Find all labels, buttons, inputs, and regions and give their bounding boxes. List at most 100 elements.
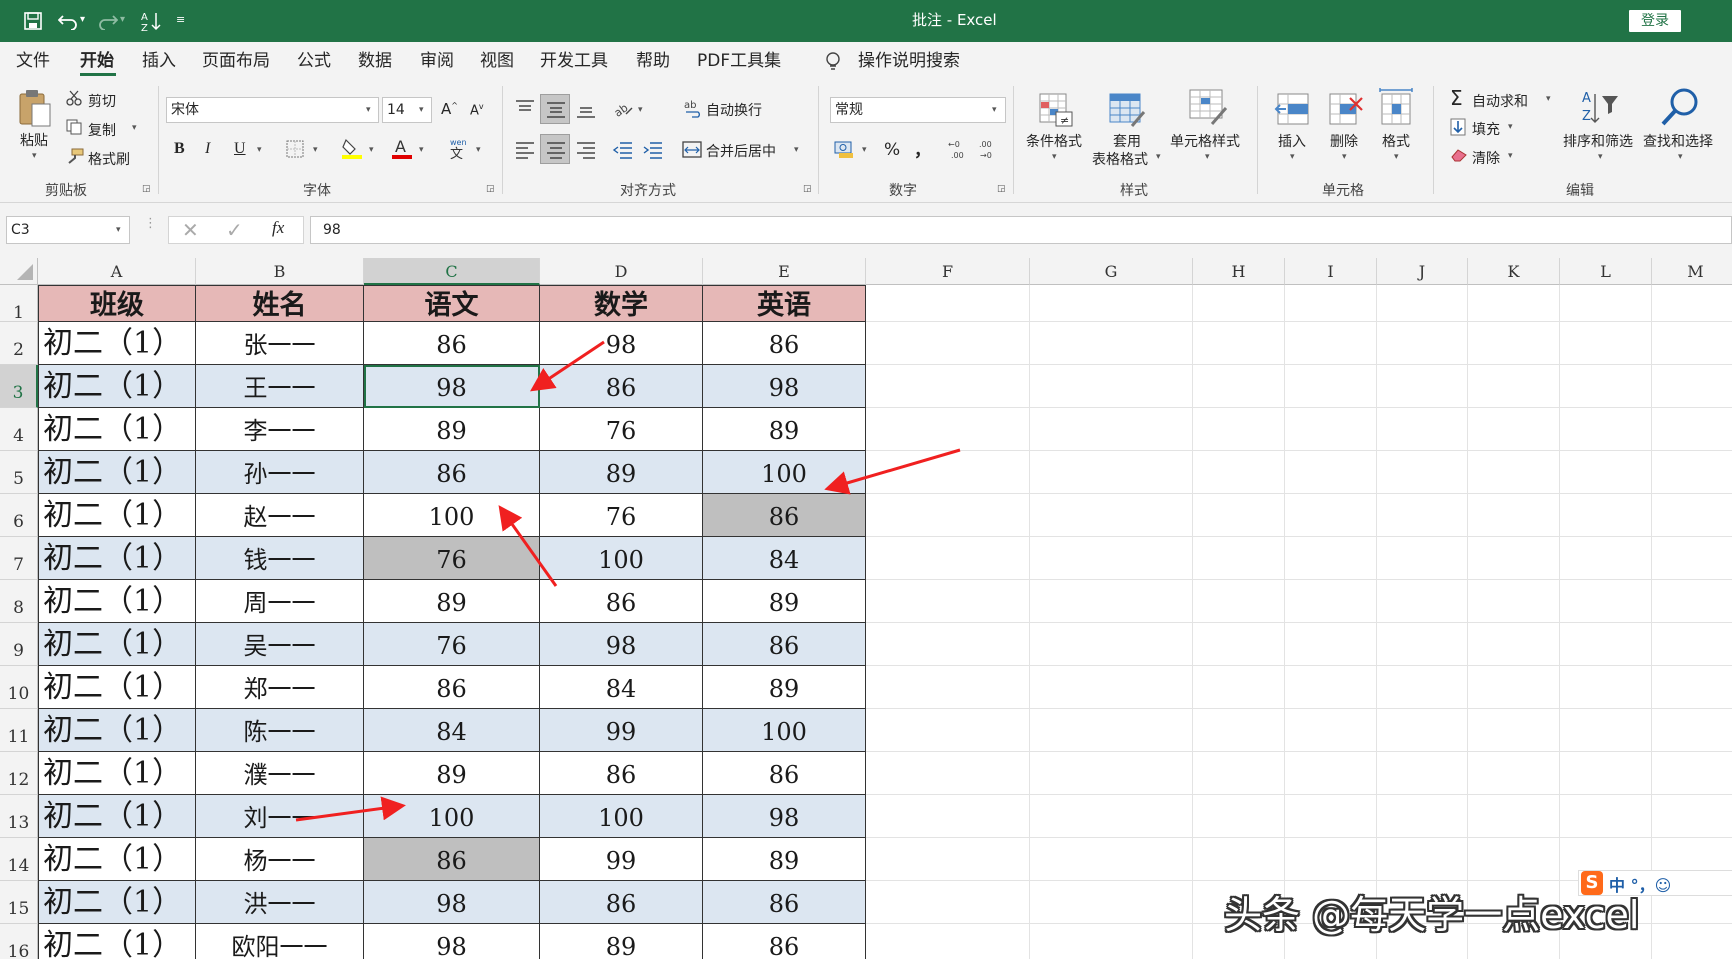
phonetic-dropdown-icon[interactable]: ▾	[476, 145, 481, 155]
table-cell[interactable]: 84	[540, 666, 703, 709]
table-cell[interactable]: 濮一一	[196, 752, 364, 795]
row-header-15[interactable]: 15	[0, 881, 38, 924]
align-left-icon[interactable]	[514, 139, 536, 161]
number-format-box[interactable]: 常规	[830, 97, 1006, 123]
menu-review[interactable]: 审阅	[420, 42, 454, 80]
paste-dropdown-icon[interactable]: ▾	[32, 151, 37, 161]
table-cell[interactable]: 刘一一	[196, 795, 364, 838]
conditional-dropdown-icon[interactable]: ▾	[1052, 152, 1057, 162]
sort-az-icon[interactable]: A Z	[140, 10, 162, 32]
column-header-d[interactable]: D	[540, 258, 703, 285]
table-cell[interactable]: 100	[540, 795, 703, 838]
font-size-dropdown-icon[interactable]: ▾	[419, 105, 424, 115]
formula-input[interactable]: 98	[310, 216, 1732, 244]
comma-style-icon[interactable]: ，	[914, 136, 931, 161]
table-cell[interactable]: 89	[703, 666, 866, 709]
menu-formulas[interactable]: 公式	[297, 42, 331, 80]
row-header-8[interactable]: 8	[0, 580, 38, 623]
increase-indent-icon[interactable]	[642, 139, 664, 161]
table-cell[interactable]: 86	[703, 322, 866, 365]
table-cell[interactable]: 陈一一	[196, 709, 364, 752]
table-cell[interactable]: 89	[703, 408, 866, 451]
merge-center-icon[interactable]	[682, 140, 702, 160]
row-header-6[interactable]: 6	[0, 494, 38, 537]
font-size-box[interactable]: 14	[382, 97, 432, 123]
table-cell[interactable]: 98	[540, 322, 703, 365]
table-cell[interactable]: 100	[703, 709, 866, 752]
row-header-9[interactable]: 9	[0, 623, 38, 666]
table-cell[interactable]: 吴一一	[196, 623, 364, 666]
table-cell[interactable]: 86	[540, 881, 703, 924]
format-painter-label[interactable]: 格式刷	[88, 149, 130, 169]
table-cell[interactable]: 86	[364, 322, 540, 365]
column-header-f[interactable]: F	[866, 258, 1030, 285]
accounting-dropdown-icon[interactable]: ▾	[862, 145, 867, 155]
underline-dropdown-icon[interactable]: ▾	[257, 145, 262, 155]
autosum-dropdown-icon[interactable]: ▾	[1546, 94, 1551, 104]
bottom-align-icon[interactable]	[575, 98, 597, 120]
font-launcher-icon[interactable]: ◲	[486, 184, 495, 194]
insert-cells-label[interactable]: 插入	[1278, 131, 1306, 151]
wrap-text-icon[interactable]: ab	[684, 98, 702, 118]
name-box-dropdown-icon[interactable]: ▾	[116, 225, 121, 235]
menu-view[interactable]: 视图	[480, 42, 514, 80]
save-icon[interactable]	[24, 12, 42, 30]
delete-cells-label[interactable]: 删除	[1330, 131, 1358, 151]
table-cell[interactable]: 98	[703, 795, 866, 838]
table-cell[interactable]: 赵一一	[196, 494, 364, 537]
table-cell[interactable]: 76	[364, 623, 540, 666]
table-cell[interactable]: 初二（1）	[38, 494, 196, 537]
format-cells-icon[interactable]	[1378, 88, 1416, 128]
borders-dropdown-icon[interactable]: ▾	[313, 145, 318, 155]
sort-filter-label[interactable]: 排序和筛选	[1563, 131, 1633, 151]
table-cell[interactable]: 张一一	[196, 322, 364, 365]
decrease-font-icon[interactable]: Av	[470, 102, 484, 118]
orientation-icon[interactable]: ab	[612, 98, 634, 120]
format-as-table-label-1[interactable]: 套用	[1113, 131, 1141, 151]
merge-center-label[interactable]: 合并后居中	[706, 141, 776, 161]
tell-me-search[interactable]: 操作说明搜索	[858, 42, 960, 80]
row-header-4[interactable]: 4	[0, 408, 38, 451]
paste-icon[interactable]	[18, 88, 54, 128]
row-header-2[interactable]: 2	[0, 322, 38, 365]
table-cell[interactable]: 89	[540, 451, 703, 494]
table-cell[interactable]: 初二（1）	[38, 322, 196, 365]
column-header-l[interactable]: L	[1560, 258, 1652, 285]
column-header-e[interactable]: E	[703, 258, 866, 285]
insert-cells-dropdown-icon[interactable]: ▾	[1290, 152, 1295, 162]
table-cell[interactable]: 初二（1）	[38, 881, 196, 924]
column-header-b[interactable]: B	[196, 258, 364, 285]
menu-data[interactable]: 数据	[358, 42, 392, 80]
fill-dropdown-icon[interactable]: ▾	[1508, 122, 1513, 132]
table-cell[interactable]: 李一一	[196, 408, 364, 451]
fill-color-dropdown-icon[interactable]: ▾	[369, 145, 374, 155]
table-cell[interactable]: 86	[703, 623, 866, 666]
font-color-icon[interactable]: A	[391, 137, 413, 159]
row-header-14[interactable]: 14	[0, 838, 38, 881]
row-header-1[interactable]: 1	[0, 285, 38, 323]
decrease-indent-icon[interactable]	[612, 139, 634, 161]
find-select-dropdown-icon[interactable]: ▾	[1678, 152, 1683, 162]
table-cell[interactable]: 86	[364, 666, 540, 709]
table-cell[interactable]: 86	[364, 451, 540, 494]
copy-icon[interactable]	[66, 119, 82, 135]
table-cell[interactable]: 100	[540, 537, 703, 580]
font-name-dropdown-icon[interactable]: ▾	[366, 105, 371, 115]
column-header-m[interactable]: M	[1652, 258, 1732, 285]
confirm-entry-icon[interactable]: ✓	[226, 218, 243, 242]
header-cell[interactable]: 数学	[540, 285, 703, 322]
delete-cells-icon[interactable]	[1326, 90, 1364, 128]
number-launcher-icon[interactable]: ◲	[997, 184, 1006, 194]
table-cell[interactable]: 86	[540, 752, 703, 795]
cell-styles-dropdown-icon[interactable]: ▾	[1205, 152, 1210, 162]
row-header-12[interactable]: 12	[0, 752, 38, 795]
customize-toolbar-icon[interactable]: ≡	[176, 0, 185, 42]
redo-icon[interactable]	[98, 12, 118, 30]
table-cell[interactable]: 89	[364, 580, 540, 623]
table-cell[interactable]: 84	[703, 537, 866, 580]
sort-filter-icon[interactable]: A Z	[1580, 88, 1620, 128]
row-header-3[interactable]: 3	[0, 365, 38, 408]
format-as-table-label-2[interactable]: 表格格式	[1092, 149, 1148, 169]
paste-label[interactable]: 粘贴	[20, 130, 48, 150]
table-cell[interactable]: 86	[703, 924, 866, 959]
